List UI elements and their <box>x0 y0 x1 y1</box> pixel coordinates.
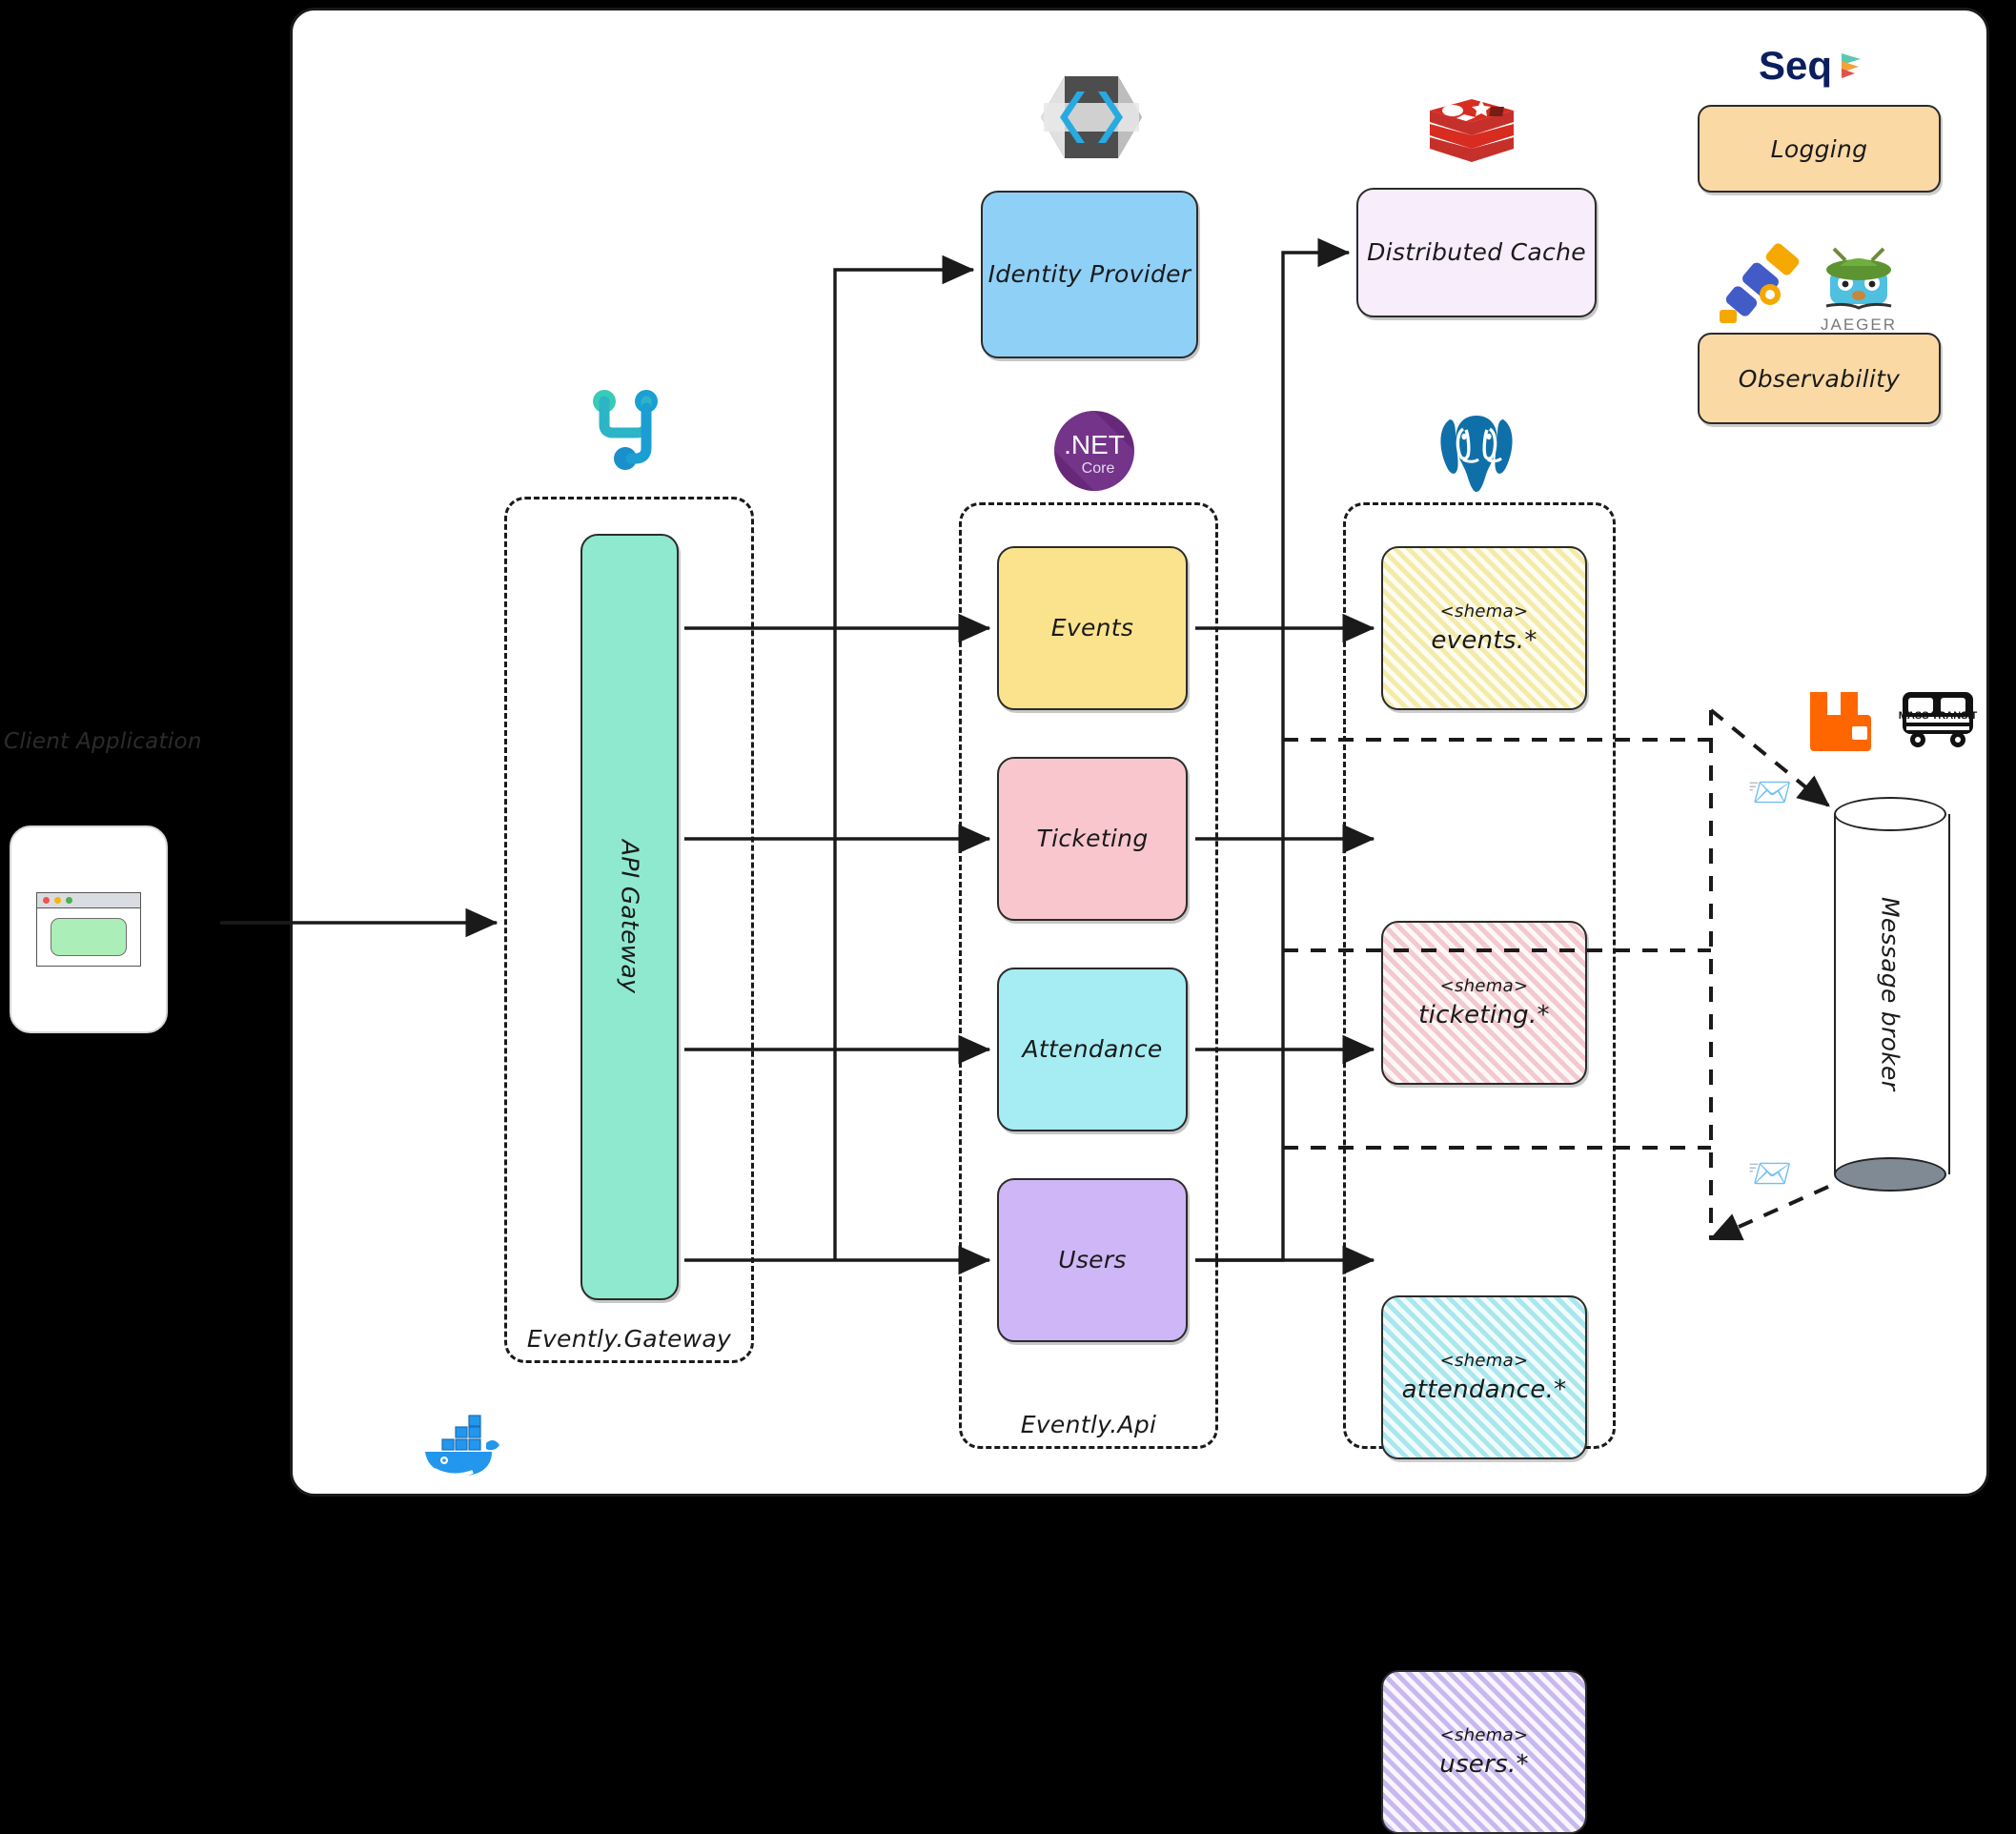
browser-content-block <box>51 917 127 956</box>
seq-wordmark: Seq <box>1759 43 1833 88</box>
envelope-message-icon-top: 📨 <box>1747 771 1793 813</box>
envelope-message-icon-bottom: 📨 <box>1747 1152 1793 1194</box>
schema-ticketing[interactable]: <shema> ticketing.* <box>1381 921 1587 1085</box>
seq-logo: Seq <box>1759 40 1930 92</box>
module-ticketing-label: Ticketing <box>1036 825 1149 853</box>
browser-titlebar <box>37 893 140 908</box>
identity-provider-node[interactable]: Identity Provider <box>981 191 1198 358</box>
jaeger-icon <box>1825 247 1892 310</box>
browser-dot-green <box>66 897 72 904</box>
dotnet-core-icon: .NET Core <box>1054 411 1134 491</box>
schema-attendance-name: attendance.* <box>1401 1376 1567 1404</box>
schema-users-name: users.* <box>1439 1750 1529 1779</box>
schema-events-tag: <shema> <box>1439 601 1529 622</box>
schema-ticketing-tag: <shema> <box>1439 976 1529 996</box>
observability-node[interactable]: Observability <box>1698 333 1941 424</box>
masstransit-icon: MASS TRANSIT <box>1899 692 1978 747</box>
schema-users-text: <shema> users.* <box>1439 1725 1529 1779</box>
postgresql-icon <box>1440 416 1513 492</box>
distributed-cache-node[interactable]: Distributed Cache <box>1356 188 1597 317</box>
svg-text:Core: Core <box>1082 460 1115 477</box>
message-broker-label-wrap: Message broker <box>1834 797 1946 1192</box>
browser-dot-yellow <box>54 897 61 904</box>
schema-events[interactable]: <shema> events.* <box>1381 546 1587 710</box>
yarp-icon <box>593 390 658 470</box>
api-gateway-label: API Gateway <box>616 840 644 994</box>
browser-dot-red <box>43 897 50 904</box>
api-gateway-node[interactable]: API Gateway <box>580 534 679 1300</box>
observability-label: Observability <box>1738 364 1901 393</box>
module-events-label: Events <box>1050 614 1134 642</box>
logging-node[interactable]: Logging <box>1698 105 1941 193</box>
schema-ticketing-text: <shema> ticketing.* <box>1418 976 1550 1029</box>
distributed-cache-label: Distributed Cache <box>1367 238 1586 267</box>
message-broker-node[interactable]: Message broker <box>1834 797 1950 1192</box>
client-application-card[interactable] <box>10 825 168 1033</box>
jaeger-wordmark: JAEGER <box>1820 316 1898 334</box>
schema-attendance[interactable]: <shema> attendance.* <box>1381 1295 1587 1459</box>
client-application-label: Client Application <box>4 729 202 754</box>
module-users-label: Users <box>1058 1246 1127 1274</box>
docker-icon <box>425 1415 499 1477</box>
redis-icon <box>1430 99 1514 162</box>
rabbitmq-icon <box>1810 692 1871 751</box>
module-ticketing[interactable]: Ticketing <box>997 757 1188 921</box>
schema-users[interactable]: <shema> users.* <box>1381 1670 1587 1834</box>
module-attendance[interactable]: Attendance <box>997 968 1188 1131</box>
schema-attendance-tag: <shema> <box>1439 1351 1529 1371</box>
identity-provider-label: Identity Provider <box>988 260 1191 289</box>
module-events[interactable]: Events <box>997 546 1188 710</box>
schema-users-tag: <shema> <box>1439 1725 1529 1745</box>
browser-viewport <box>37 908 140 965</box>
seq-mark-icon <box>1842 53 1862 78</box>
opentelemetry-icon <box>1720 243 1800 323</box>
keycloak-icon <box>1041 76 1142 158</box>
schema-attendance-text: <shema> attendance.* <box>1402 1351 1567 1404</box>
message-broker-label: Message broker <box>1876 897 1904 1091</box>
gateway-group-label: Evently.Gateway <box>526 1325 732 1353</box>
architecture-diagram: Client Application Evently.Gateway API G… <box>0 0 2016 1834</box>
module-users[interactable]: Users <box>997 1178 1188 1342</box>
schema-ticketing-name: ticketing.* <box>1418 1001 1550 1029</box>
module-attendance-label: Attendance <box>1022 1035 1163 1064</box>
api-group-label: Evently.Api <box>1020 1411 1157 1438</box>
svg-text:.NET: .NET <box>1064 430 1125 459</box>
browser-window-icon <box>36 892 141 967</box>
svg-text:MASS TRANSIT: MASS TRANSIT <box>1899 710 1978 722</box>
schema-events-text: <shema> events.* <box>1431 601 1537 655</box>
schema-events-name: events.* <box>1431 626 1537 655</box>
logging-label: Logging <box>1770 134 1868 163</box>
